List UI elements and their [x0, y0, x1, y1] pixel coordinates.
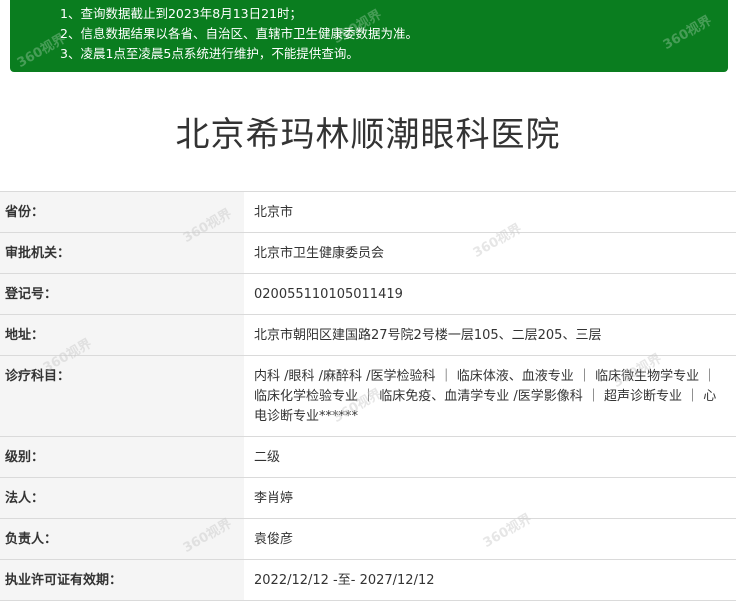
field-label: 执业许可证有效期： [0, 559, 244, 601]
field-label: 负责人： [0, 518, 244, 560]
info-row-address: 地址： 北京市朝阳区建国路27号院2号楼一层105、二层205、三层 [0, 314, 736, 356]
field-label: 登记号： [0, 273, 244, 315]
field-label: 级别： [0, 436, 244, 478]
field-value: 020055110105011419 [244, 273, 736, 315]
info-row-province: 省份： 北京市 [0, 191, 736, 233]
info-row-legal-person: 法人： 李肖婷 [0, 477, 736, 519]
field-value: 北京市卫生健康委员会 [244, 232, 736, 274]
notice-line-3: 3、凌晨1点至凌晨5点系统进行维护，不能提供查询。 [60, 46, 359, 61]
field-value: 北京市 [244, 191, 736, 233]
field-value: 二级 [244, 436, 736, 478]
notice-line-2: 2、信息数据结果以各省、自治区、直辖市卫生健康委数据为准。 [60, 26, 418, 41]
info-row-license-validity: 执业许可证有效期： 2022/12/12 -至- 2027/12/12 [0, 559, 736, 601]
info-row-approval-authority: 审批机关： 北京市卫生健康委员会 [0, 232, 736, 274]
field-value: 2022/12/12 -至- 2027/12/12 [244, 559, 736, 601]
field-label: 省份： [0, 191, 244, 233]
field-value: 袁俊彦 [244, 518, 736, 560]
field-value: 内科 /眼科 /麻醉科 /医学检验科 ｜ 临床体液、血液专业 ｜ 临床微生物学专… [244, 355, 736, 437]
info-row-departments: 诊疗科目： 内科 /眼科 /麻醉科 /医学检验科 ｜ 临床体液、血液专业 ｜ 临… [0, 355, 736, 437]
field-label: 审批机关： [0, 232, 244, 274]
field-label: 地址： [0, 314, 244, 356]
field-label: 法人： [0, 477, 244, 519]
hospital-info-table: 省份： 北京市 审批机关： 北京市卫生健康委员会 登记号： 0200551101… [0, 191, 736, 601]
hospital-name-title: 北京希玛林顺潮眼科医院 [175, 115, 561, 155]
field-label: 诊疗科目： [0, 355, 244, 437]
info-row-registration-number: 登记号： 020055110105011419 [0, 273, 736, 315]
field-value: 李肖婷 [244, 477, 736, 519]
notice-banner: 1、查询数据截止到2023年8月13日21时； 2、信息数据结果以各省、自治区、… [10, 0, 728, 72]
info-row-person-in-charge: 负责人： 袁俊彦 [0, 518, 736, 560]
info-row-level: 级别： 二级 [0, 436, 736, 478]
notice-line-1: 1、查询数据截止到2023年8月13日21时； [60, 6, 303, 21]
field-value: 北京市朝阳区建国路27号院2号楼一层105、二层205、三层 [244, 314, 736, 356]
